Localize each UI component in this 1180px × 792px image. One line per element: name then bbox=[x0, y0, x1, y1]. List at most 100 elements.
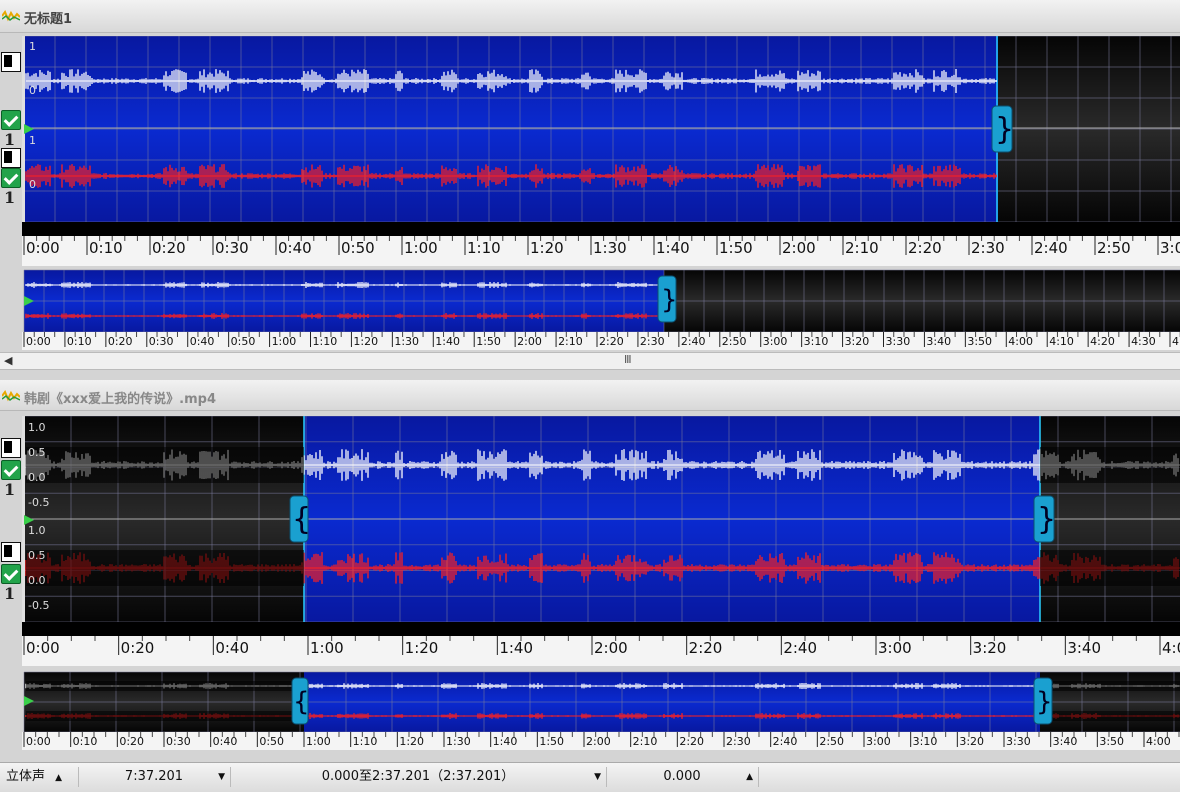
ch2-solo-button[interactable] bbox=[1, 542, 21, 562]
ruler-tick-label: 4:30 bbox=[1131, 335, 1156, 348]
ruler-tick-label: 0:40 bbox=[190, 335, 215, 348]
svg-text:}: } bbox=[995, 112, 1014, 147]
overview-start-bracket[interactable]: { bbox=[291, 677, 310, 725]
svg-text:{: { bbox=[293, 687, 310, 717]
ruler-tick-label: 0:50 bbox=[231, 335, 256, 348]
amp-label-0: 0 bbox=[29, 84, 36, 97]
svg-text:}: } bbox=[1037, 502, 1056, 537]
amp-label: 1.0 bbox=[28, 421, 46, 434]
ruler-tick-label: 0:20 bbox=[108, 335, 133, 348]
ruler-tick-label: 0:10 bbox=[89, 239, 123, 257]
ruler-tick-label: 3:00 bbox=[878, 639, 912, 657]
ruler-tick-label: 1:40 bbox=[656, 239, 690, 257]
ch1-number: 1 bbox=[4, 130, 16, 149]
ruler-tick-label: 1:30 bbox=[593, 239, 627, 257]
ruler-tick-label: 0:20 bbox=[121, 639, 155, 657]
overview-end-bracket[interactable]: } bbox=[657, 275, 678, 323]
ruler-tick-label: 1:10 bbox=[467, 239, 501, 257]
ruler-tick-label: 3:00 bbox=[763, 335, 788, 348]
selection-start-bracket[interactable]: { bbox=[289, 495, 311, 543]
ruler-tick-label: 2:10 bbox=[558, 335, 583, 348]
panel1-title: 无标题1 bbox=[24, 12, 73, 27]
caret-up-icon: ▲ bbox=[55, 773, 63, 783]
panel1-channel-tools: 1 1 bbox=[0, 36, 22, 236]
ruler-tick-label: 2:40 bbox=[1034, 239, 1068, 257]
ruler-tick-label: 2:10 bbox=[845, 239, 879, 257]
waveform-icon bbox=[2, 10, 20, 22]
ch2-solo-button[interactable] bbox=[1, 148, 21, 168]
ruler-tick-label: 3:20 bbox=[973, 639, 1007, 657]
ruler-tick-label: 2:20 bbox=[908, 239, 942, 257]
ch2-enable-checkbox[interactable] bbox=[1, 564, 21, 584]
ruler-tick-label: 4:20 bbox=[1090, 335, 1115, 348]
ruler-tick-label: 1:20 bbox=[530, 239, 564, 257]
scroll-left-arrow-icon[interactable]: ◀ bbox=[4, 354, 12, 367]
cursor-position-value: 0.000 bbox=[663, 769, 701, 784]
ch2-number: 1 bbox=[4, 584, 16, 603]
ruler-tick-label: 0:40 bbox=[278, 239, 312, 257]
ruler-tick-label: 1:50 bbox=[719, 239, 753, 257]
ruler-tick-label: 0:50 bbox=[341, 239, 375, 257]
selection-range-field[interactable]: 0.000至2:37.201（2:37.201） ▼ bbox=[230, 767, 605, 787]
ruler-tick-label: 2:20 bbox=[689, 639, 723, 657]
duration-field[interactable]: 7:37.201 ▼ bbox=[78, 767, 229, 787]
amp-label-1b: 1 bbox=[29, 134, 36, 147]
amp-label: 0.0 bbox=[28, 574, 46, 587]
selection-end-bracket[interactable]: } bbox=[1033, 495, 1056, 543]
overview-end-bracket[interactable]: } bbox=[1033, 677, 1053, 725]
ch1-enable-checkbox[interactable] bbox=[1, 460, 21, 480]
ruler-tick-label: 3:10 bbox=[804, 335, 829, 348]
ch1-solo-button[interactable] bbox=[1, 438, 21, 458]
ruler-tick-label: 1:50 bbox=[476, 335, 501, 348]
status-bar: 立体声 ▲ 7:37.201 ▼ 0.000至2:37.201（2:37.201… bbox=[0, 762, 1180, 792]
caret-down-icon: ▼ bbox=[218, 772, 225, 782]
ruler-tick-label: 0:40 bbox=[215, 639, 249, 657]
ruler-tick-label: 0:30 bbox=[149, 335, 174, 348]
ruler-tick-label: 2:00 bbox=[594, 639, 628, 657]
panel2-waveform-area[interactable]: { } 1.0 0.5 0.0 -0.5 1.0 0.5 0.0 -0.5 0:… bbox=[22, 416, 1180, 752]
ruler-tick-label: 3:40 bbox=[1067, 639, 1101, 657]
panel1-waveform-area[interactable]: } 1 0 1 0 0:00 0:10 0:20 0:30 0:40 0:50 1:00 1:… bbox=[22, 36, 1180, 352]
ch2-enable-checkbox[interactable] bbox=[1, 168, 21, 188]
ruler-tick-label: 0:20 bbox=[152, 239, 186, 257]
ch1-solo-button[interactable] bbox=[1, 52, 21, 72]
ruler-tick-label: 1:00 bbox=[272, 335, 297, 348]
ruler-tick-label: 2:30 bbox=[971, 239, 1005, 257]
selection-end-bracket[interactable]: } bbox=[991, 105, 1014, 153]
ruler-tick-label: 0:00 bbox=[26, 239, 60, 257]
scroll-thumb-grip[interactable]: Ⅲ bbox=[624, 353, 632, 366]
ruler-tick-label: 2:50 bbox=[722, 335, 747, 348]
svg-text:}: } bbox=[661, 285, 678, 315]
ruler-tick-label: 3:50 bbox=[967, 335, 992, 348]
ruler-tick-label: 1:40 bbox=[435, 335, 460, 348]
channel-mode-selector[interactable]: 立体声 ▲ bbox=[6, 767, 76, 787]
ruler-tick-label: 2:00 bbox=[782, 239, 816, 257]
amp-label: 0.0 bbox=[28, 471, 46, 484]
ruler-tick-label: 1:20 bbox=[405, 639, 439, 657]
ruler-tick-label: 4:4 bbox=[1172, 335, 1180, 348]
ruler-tick-label: 2:40 bbox=[681, 335, 706, 348]
waveform-icon bbox=[2, 390, 20, 402]
duration-value: 7:37.201 bbox=[124, 769, 184, 784]
cursor-position-field[interactable]: 0.000 ▲ bbox=[606, 767, 757, 787]
panel2-channel-tools: 1 1 bbox=[0, 416, 22, 616]
ruler-tick-label: 0:30 bbox=[215, 239, 249, 257]
ruler-tick-label: 1:00 bbox=[310, 639, 344, 657]
ruler-tick-label: 4:00 bbox=[1008, 335, 1033, 348]
ruler-tick-label: 2:30 bbox=[640, 335, 665, 348]
ruler-tick-label: 1:30 bbox=[394, 335, 419, 348]
ruler-tick-label: 4:10 bbox=[1049, 335, 1074, 348]
ruler-tick-label: 0:00 bbox=[26, 639, 60, 657]
svg-text:{: { bbox=[292, 502, 311, 537]
channel-mode-value: 立体声 bbox=[6, 769, 46, 784]
svg-text:}: } bbox=[1036, 687, 1053, 717]
amp-label-0b: 0 bbox=[29, 178, 36, 191]
caret-up-icon: ▲ bbox=[746, 772, 753, 782]
panel2-titlebar: 韩剧《xxx爱上我的传说》.mp4 bbox=[0, 380, 1180, 411]
ch1-number: 1 bbox=[4, 480, 16, 499]
ruler-tick-label: 1:10 bbox=[313, 335, 338, 348]
ruler-tick-label: 2:40 bbox=[783, 639, 817, 657]
ch1-enable-checkbox[interactable] bbox=[1, 110, 21, 130]
ruler-tick-label: 3:30 bbox=[886, 335, 911, 348]
horizontal-scrollbar[interactable]: ◀ Ⅲ bbox=[0, 352, 1180, 370]
